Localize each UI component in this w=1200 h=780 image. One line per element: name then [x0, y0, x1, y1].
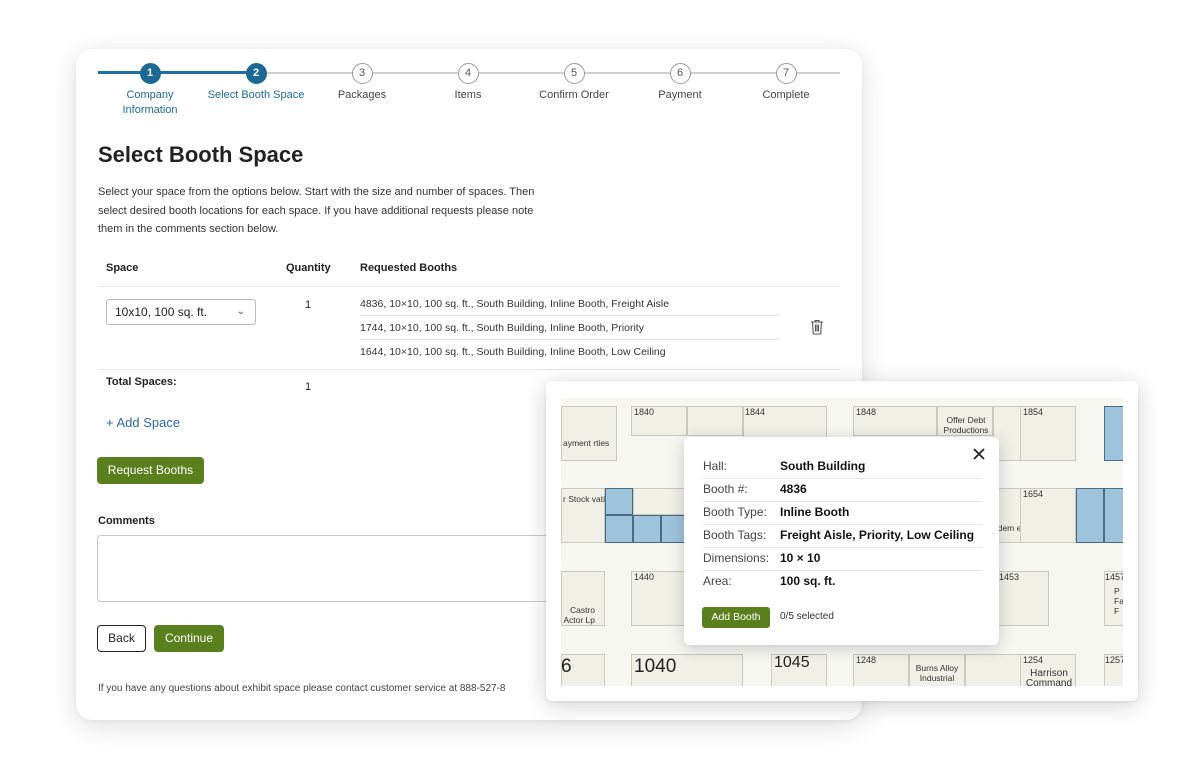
total-spaces-label: Total Spaces: — [106, 376, 177, 388]
step-label: Items — [454, 89, 482, 101]
footer-contact-note: If you have any questions about exhibit … — [98, 683, 506, 694]
booth-number: 1045 — [774, 654, 810, 671]
booth-number: 1840 — [634, 407, 655, 417]
booth-tile[interactable] — [687, 406, 743, 436]
step-confirm-order[interactable]: 5 Confirm Order — [524, 63, 624, 103]
step-payment[interactable]: 6 Payment — [630, 63, 730, 103]
step-label: Company Information — [122, 89, 178, 116]
step-number: 4 — [457, 63, 479, 84]
requested-booth-item: 4836, 10×10, 100 sq. ft., South Building… — [360, 298, 670, 310]
chevron-down-icon: ⌄ — [236, 306, 245, 317]
column-header-quantity: Quantity — [286, 262, 331, 274]
detail-value: Freight Aisle, Priority, Low Ceiling — [780, 528, 975, 542]
company-label: P Fa F — [1114, 586, 1123, 616]
header-divider — [98, 286, 840, 287]
continue-button[interactable]: Continue — [154, 625, 224, 652]
booth-tile[interactable] — [561, 406, 617, 461]
booth-number: 6 — [561, 656, 572, 677]
company-label: Harrison Command — [1025, 668, 1073, 687]
requested-booth-item: 1644, 10×10, 100 sq. ft., South Building… — [360, 346, 666, 358]
step-number: 6 — [669, 63, 691, 84]
comments-label: Comments — [98, 515, 155, 527]
step-number: 3 — [351, 63, 373, 84]
column-header-requested-booths: Requested Booths — [360, 262, 458, 274]
detail-row-booth-type: Booth Type: Inline Booth — [703, 501, 982, 524]
step-label: Complete — [762, 89, 810, 101]
detail-row-booth-tags: Booth Tags: Freight Aisle, Priority, Low… — [703, 524, 982, 547]
step-company-information[interactable]: 1 Company Information — [100, 63, 200, 118]
detail-value: 4836 — [780, 482, 807, 496]
page-title: Select Booth Space — [98, 142, 304, 167]
step-number: 5 — [563, 63, 585, 84]
booth-number: 1854 — [1023, 407, 1044, 417]
booth-number: 1040 — [634, 656, 677, 677]
detail-value: Inline Booth — [780, 505, 850, 519]
step-select-booth-space[interactable]: 2 Select Booth Space — [206, 63, 306, 103]
column-header-space: Space — [106, 262, 139, 274]
total-spaces-value: 1 — [305, 381, 312, 393]
detail-row-booth-number: Booth #: 4836 — [703, 478, 982, 501]
company-label: Castro Actor Lp — [563, 605, 595, 625]
detail-row-dimensions: Dimensions: 10 × 10 — [703, 547, 982, 570]
step-label: Packages — [337, 89, 387, 101]
space-size-select[interactable]: 10x10, 100 sq. ft. ⌄ — [106, 299, 256, 325]
row-divider — [98, 369, 840, 370]
selection-count: 0/5 selected — [780, 611, 834, 622]
booth-number: 1457 — [1105, 572, 1123, 582]
booth-number: 1248 — [856, 655, 877, 665]
booth-number: 1654 — [1023, 489, 1044, 499]
step-label: Payment — [658, 89, 702, 101]
detail-key: Dimensions: — [703, 551, 770, 565]
progress-stepper: 1 Company Information 2 Select Booth Spa… — [98, 63, 840, 123]
booth-tile-available[interactable] — [633, 515, 661, 543]
requested-booth-item: 1744, 10×10, 100 sq. ft., South Building… — [360, 322, 644, 334]
trash-icon[interactable] — [810, 319, 824, 335]
step-label: Select Booth Space — [207, 89, 305, 101]
detail-value: 100 sq. ft. — [780, 574, 836, 588]
booth-number: 1254 — [1023, 655, 1044, 665]
booth-tile-available[interactable] — [605, 488, 633, 515]
company-label: ayment rties — [563, 438, 610, 448]
booth-tile-available[interactable] — [1104, 406, 1123, 461]
booth-number: 1453 — [999, 572, 1020, 582]
add-booth-button[interactable]: Add Booth — [702, 607, 770, 628]
booth-number: 1848 — [856, 407, 877, 417]
add-space-link[interactable]: + Add Space — [106, 415, 180, 430]
comments-textarea[interactable] — [97, 535, 577, 602]
intro-text: Select your space from the options below… — [98, 186, 535, 235]
detail-value: South Building — [780, 459, 866, 473]
detail-row-hall: Hall: South Building — [703, 455, 982, 478]
booth-number: 1844 — [745, 407, 766, 417]
quantity-value: 1 — [305, 299, 312, 311]
detail-key: Area: — [703, 574, 732, 588]
step-packages[interactable]: 3 Packages — [312, 63, 412, 103]
company-label: Burns Alloy Industrial — [915, 663, 959, 683]
request-booths-button[interactable]: Request Booths — [97, 457, 204, 484]
step-complete[interactable]: 7 Complete — [736, 63, 836, 103]
company-label: Offer Debt Productions — [943, 415, 989, 435]
booth-tile-available[interactable] — [1076, 488, 1104, 543]
detail-row-area: Area: 100 sq. ft. — [703, 570, 982, 593]
space-size-value: 10x10, 100 sq. ft. — [115, 305, 208, 319]
back-button[interactable]: Back — [97, 625, 146, 652]
step-number: 1 — [139, 63, 161, 84]
booth-tile-available[interactable] — [605, 515, 633, 543]
booth-tile-available[interactable] — [1104, 488, 1123, 543]
booth-number: 1257 — [1105, 655, 1123, 665]
step-label: Confirm Order — [539, 89, 609, 101]
step-number: 7 — [775, 63, 797, 84]
booth-details-popup: Hall: South Building Booth #: 4836 Booth… — [684, 437, 999, 645]
detail-key: Booth #: — [703, 482, 748, 496]
detail-key: Hall: — [703, 459, 728, 473]
booth-tile[interactable] — [633, 488, 689, 515]
detail-key: Booth Tags: — [703, 528, 767, 542]
step-items[interactable]: 4 Items — [418, 63, 518, 103]
booth-number: 1440 — [634, 572, 655, 582]
booth-tile[interactable] — [965, 654, 1021, 686]
detail-key: Booth Type: — [703, 505, 767, 519]
detail-value: 10 × 10 — [780, 551, 821, 565]
step-number: 2 — [245, 63, 267, 84]
